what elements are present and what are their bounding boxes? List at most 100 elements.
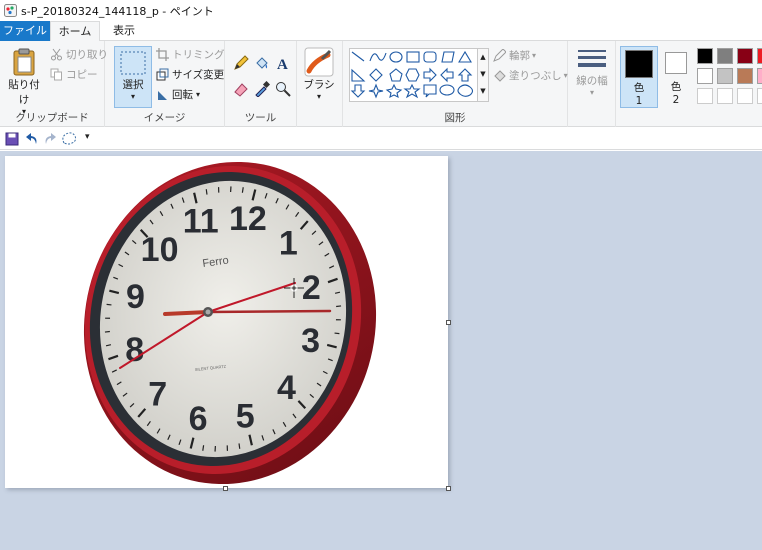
color-picker-icon[interactable]: [254, 81, 270, 97]
copy-button[interactable]: コピー: [50, 67, 98, 82]
tools-group: A ツール: [225, 41, 297, 127]
crop-button[interactable]: トリミング: [156, 47, 225, 62]
palette-swatch[interactable]: [737, 48, 753, 64]
resize-icon: [156, 68, 169, 81]
color2-label: 色: [670, 81, 682, 93]
palette-swatch[interactable]: [737, 88, 753, 104]
paint-app-icon: [4, 4, 17, 17]
paste-button[interactable]: 貼り付け ▾: [4, 47, 44, 116]
rotate-label: 回転: [172, 89, 193, 101]
palette-swatch[interactable]: [717, 48, 733, 64]
customize-toolbar-icon[interactable]: ▾: [85, 132, 90, 142]
clock-number: 2: [302, 269, 321, 307]
fill-icon[interactable]: [254, 55, 270, 71]
color2-number: 2: [672, 94, 680, 106]
cut-button[interactable]: 切り取り: [50, 47, 108, 62]
window-title: s-P_20180324_144118_p - ペイント: [21, 4, 214, 18]
fill-button[interactable]: 塗りつぶし ▾: [493, 68, 568, 83]
clipboard-group: 貼り付け ▾ 切り取り コピー クリップボード: [0, 41, 108, 127]
brushes-dropdown-icon: ▾: [316, 92, 321, 101]
clock-number: 7: [148, 376, 167, 414]
resize-button[interactable]: サイズ変更: [156, 67, 224, 82]
canvas-workspace: 12 1 2 3 4 5 6 7 8 9 10 11 Ferro SILENT QUARTZ: [0, 151, 762, 550]
clock-tick: [334, 332, 340, 335]
rotate-button[interactable]: 回転 ▾: [156, 87, 200, 102]
image-group-label: イメージ: [143, 112, 186, 124]
scissors-icon: [51, 48, 62, 61]
color1-number: 1: [635, 95, 643, 107]
color1-label: 色: [633, 82, 645, 94]
clock-number: 12: [229, 200, 267, 238]
select-button[interactable]: 選択 ▾: [114, 46, 152, 108]
text-icon[interactable]: A: [275, 55, 291, 71]
scroll-down-icon[interactable]: ▼: [478, 66, 488, 83]
palette-swatch[interactable]: [757, 48, 762, 64]
drawing-canvas[interactable]: 12 1 2 3 4 5 6 7 8 9 10 11 Ferro SILENT QUARTZ: [5, 156, 448, 488]
clock-tick: [241, 187, 244, 193]
scroll-up-icon[interactable]: ▲: [478, 49, 488, 66]
crop-icon: [156, 48, 169, 61]
clock-number: 9: [126, 278, 145, 316]
title-bar: s-P_20180324_144118_p - ペイント: [0, 0, 762, 21]
tools-group-label: ツール: [244, 112, 277, 124]
svg-text:A: A: [277, 57, 288, 71]
palette-swatch[interactable]: [737, 68, 753, 84]
brush-icon: [304, 47, 334, 77]
pencil-icon[interactable]: [233, 55, 249, 71]
palette-swatch[interactable]: [717, 88, 733, 104]
clock-photo: 121234567891011 Ferro SILENT QUARTZ: [83, 161, 377, 485]
copy-label: コピー: [66, 69, 98, 81]
color1-button[interactable]: 色 1: [620, 46, 658, 108]
clock-number: 5: [236, 397, 255, 435]
save-icon[interactable]: [5, 132, 19, 146]
clock-tick: [205, 189, 208, 195]
expand-gallery-icon[interactable]: ▼: [478, 83, 488, 100]
select-rect-icon: [120, 51, 146, 75]
size-button[interactable]: 線の幅 ▾: [572, 47, 612, 109]
palette-swatch[interactable]: [697, 68, 713, 84]
clock-number: 3: [301, 322, 320, 360]
palette-swatch[interactable]: [697, 88, 713, 104]
clipboard-group-label: クリップボード: [15, 112, 89, 124]
ribbon-tabs: ファイル ホーム 表示: [0, 21, 762, 42]
select-dropdown-icon: ▾: [130, 92, 135, 101]
cut-label: 切り取り: [66, 49, 108, 61]
palette-swatch[interactable]: [717, 68, 733, 84]
palette-swatch[interactable]: [757, 68, 762, 84]
rotate-icon: [158, 91, 167, 100]
image-group: 選択 ▾ トリミング サイズ変更 回転 ▾ イメージ: [105, 41, 225, 127]
magnifier-icon[interactable]: [275, 81, 291, 97]
brushes-button[interactable]: ブラシ ▾: [300, 47, 338, 109]
clock-number: 4: [277, 369, 296, 407]
free-form-select-icon[interactable]: [61, 131, 77, 147]
palette-swatch[interactable]: [697, 48, 713, 64]
outline-dropdown-icon: ▾: [532, 51, 537, 60]
shapes-gallery[interactable]: [349, 48, 480, 102]
shapes-gallery-icons: [350, 50, 474, 99]
ribbon: 貼り付け ▾ 切り取り コピー クリップボード 選択 ▾ トリミング サイズ変更: [0, 41, 762, 127]
shapes-group-label: 図形: [444, 112, 466, 124]
copy-icon: [50, 68, 62, 81]
tab-home[interactable]: ホーム: [50, 21, 100, 42]
fill-bucket-icon: [494, 70, 506, 82]
color1-swatch: [625, 50, 653, 78]
clock-tick: [238, 443, 241, 449]
shapes-gallery-scrollbar[interactable]: ▲ ▼ ▼: [477, 48, 489, 102]
canvas-resize-handle-right[interactable]: [446, 320, 451, 325]
palette-swatch[interactable]: [757, 88, 762, 104]
eraser-icon[interactable]: [233, 81, 249, 97]
color2-button[interactable]: 色 2: [660, 46, 692, 108]
tab-file[interactable]: ファイル: [0, 21, 50, 41]
tab-view[interactable]: 表示: [104, 21, 144, 41]
undo-icon[interactable]: [25, 132, 39, 146]
fill-label: 塗りつぶし: [509, 70, 562, 82]
select-label: 選択: [122, 79, 144, 91]
brushes-label: ブラシ: [303, 79, 335, 91]
clock-tick: [202, 445, 205, 451]
rotate-dropdown-icon: ▾: [196, 90, 201, 99]
resize-label: サイズ変更: [172, 69, 225, 81]
canvas-resize-handle-corner[interactable]: [446, 486, 451, 491]
outline-button[interactable]: 輪郭 ▾: [493, 48, 536, 63]
canvas-resize-handle-bottom[interactable]: [223, 486, 228, 491]
redo-icon[interactable]: [43, 132, 57, 146]
